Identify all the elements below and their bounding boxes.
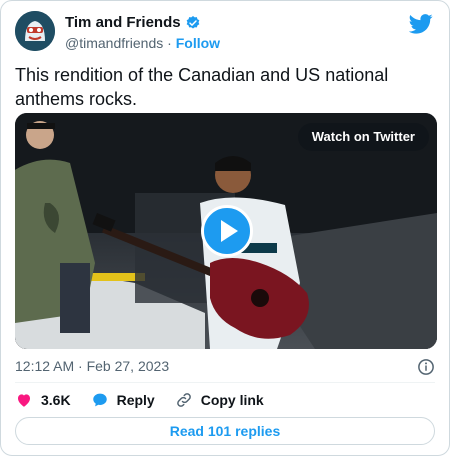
like-count: 3.6K (41, 392, 71, 408)
read-replies-button[interactable]: Read 101 replies (15, 417, 435, 445)
video-player[interactable]: Watch on Twitter (15, 113, 437, 349)
action-bar: 3.6K Reply Copy link (15, 390, 435, 410)
copy-link-button[interactable]: Copy link (175, 391, 264, 409)
user-handle[interactable]: @timandfriends (65, 35, 163, 51)
like-button[interactable]: 3.6K (15, 391, 71, 409)
avatar[interactable] (15, 11, 55, 51)
play-icon (221, 220, 238, 242)
twitter-bird-icon[interactable] (409, 13, 433, 35)
watch-on-twitter-button[interactable]: Watch on Twitter (297, 123, 429, 151)
info-icon[interactable] (417, 358, 435, 376)
tweet-card: Tim and Friends @timandfriends · Follow … (0, 0, 450, 456)
divider (15, 382, 435, 383)
follow-button[interactable]: Follow (176, 35, 220, 51)
tweet-timestamp[interactable]: 12:12 AM · Feb 27, 2023 (15, 358, 169, 374)
tweet-header: Tim and Friends @timandfriends · Follow (15, 11, 435, 53)
link-icon (176, 393, 191, 407)
tweet-text: This rendition of the Canadian and US na… (15, 65, 389, 109)
avatar-image (15, 11, 55, 51)
heart-icon (18, 394, 30, 407)
user-names: Tim and Friends @timandfriends · Follow (65, 14, 220, 52)
reply-button[interactable]: Reply (91, 391, 155, 409)
separator-dot: · (167, 35, 172, 51)
reply-label: Reply (116, 392, 155, 408)
verified-badge-icon (186, 16, 199, 29)
tweet-meta: 12:12 AM · Feb 27, 2023 (15, 358, 435, 378)
play-button[interactable] (201, 205, 253, 257)
reply-bubble-icon (92, 393, 107, 407)
display-name[interactable]: Tim and Friends (65, 14, 181, 32)
copy-link-label: Copy link (200, 392, 264, 408)
